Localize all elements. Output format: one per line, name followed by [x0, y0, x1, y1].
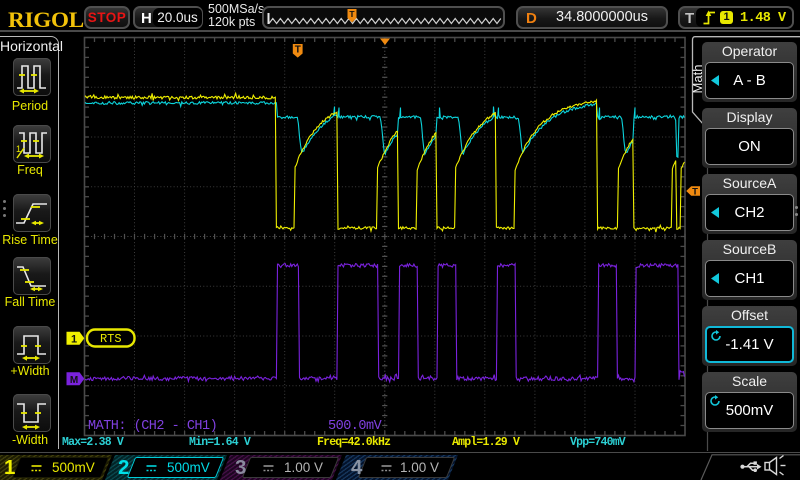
svg-text:1: 1: [71, 334, 77, 346]
svg-text:T: T: [349, 9, 355, 19]
svg-text:RTS: RTS: [100, 332, 122, 346]
svg-text:M: M: [70, 375, 78, 386]
svg-text:T: T: [295, 45, 301, 56]
